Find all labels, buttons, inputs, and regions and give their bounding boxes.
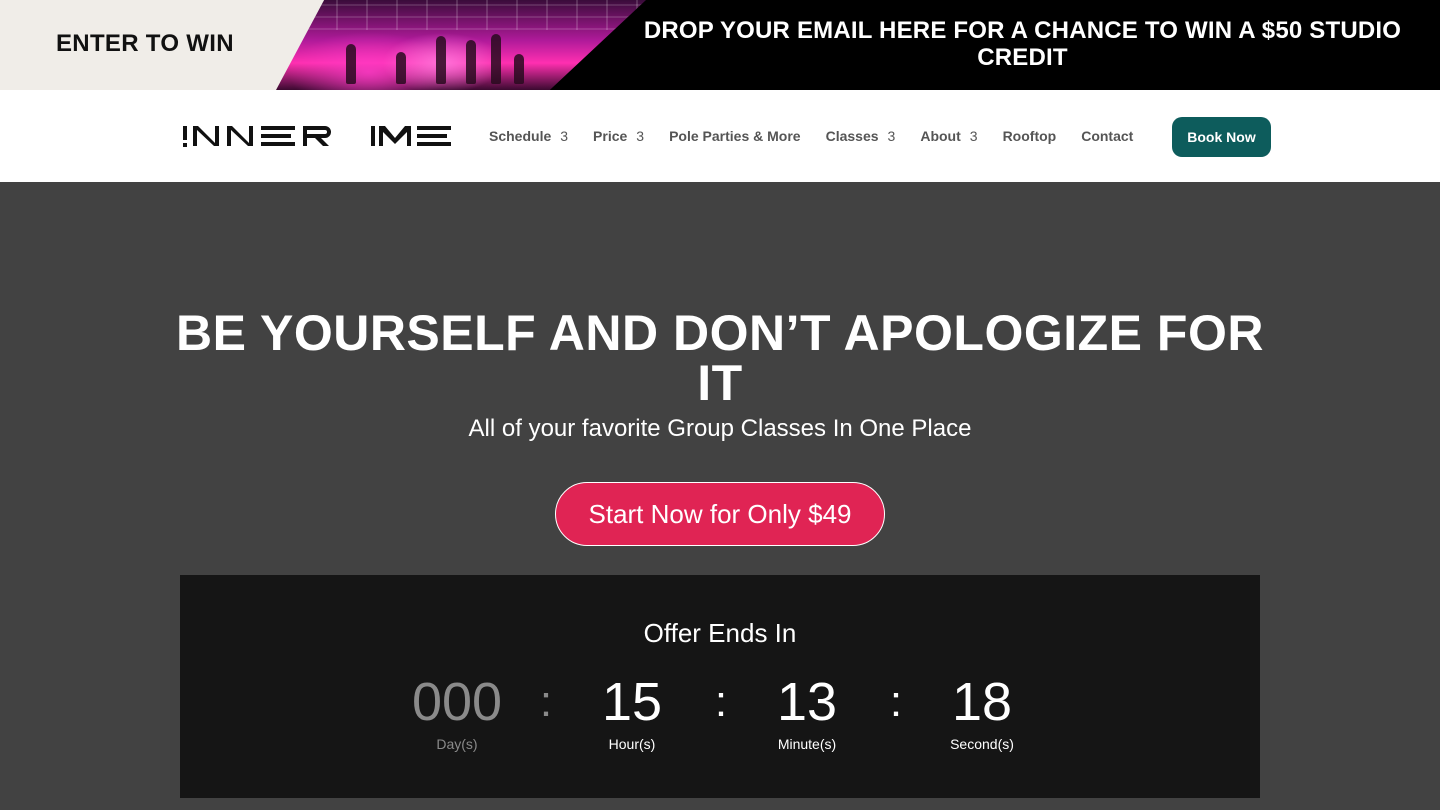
dancer-figure [346,44,356,84]
minutes-label: Minute(s) [777,736,837,752]
nav-label: Schedule [489,128,552,144]
countdown-separator: : [889,677,903,726]
dancer-figure [436,36,446,84]
chevron-down-icon: 3 [636,128,645,144]
hero-title: BE YOURSELF AND DON’T APOLOGIZE FOR IT [176,305,1264,411]
book-now-button[interactable]: Book Now [1172,117,1271,157]
nav-pole-parties[interactable]: Pole Parties & More [669,128,801,144]
promo-email-cta[interactable]: DROP YOUR EMAIL HERE FOR A CHANCE TO WIN… [630,17,1415,71]
countdown-separator: : [714,677,728,726]
nav-schedule[interactable]: Schedule 3 [489,128,568,144]
nav-label: Rooftop [1002,128,1057,144]
start-now-button[interactable]: Start Now for Only $49 [555,482,885,546]
nav-label: Pole Parties & More [669,128,801,144]
dancer-figure [466,40,476,84]
studio-lights [276,0,646,30]
nav-label: Price [593,128,628,144]
hero-subtitle: All of your favorite Group Classes In On… [468,415,972,442]
countdown-seconds: 18 Second(s) [917,670,1047,752]
hours-value: 15 [601,672,663,732]
nav-label: About [920,128,961,144]
nav-label: Classes [825,128,879,144]
seconds-label: Second(s) [950,736,1014,752]
nav-label: Contact [1081,128,1134,144]
inner-me-logo[interactable] [183,124,453,148]
countdown-separator: : [539,677,553,726]
chevron-down-icon: 3 [969,128,978,144]
countdown-hours: 15 Hour(s) [567,670,697,752]
promo-enter-to-win[interactable]: ENTER TO WIN [56,30,234,58]
countdown-title: Offer Ends In [643,618,797,648]
nav-rooftop[interactable]: Rooftop [1003,128,1057,144]
promo-banner[interactable]: ENTER TO WIN DROP YOUR EMAIL HERE FOR A … [0,0,1440,90]
seconds-value: 18 [951,672,1013,732]
site-header: Schedule 3 Price 3 Pole Parties & More C… [0,90,1440,182]
chevron-down-icon: 3 [560,128,569,144]
dancer-figure [396,52,406,84]
nav-contact[interactable]: Contact [1081,128,1133,144]
dancer-figure [491,34,501,84]
dancer-figure [514,54,524,84]
days-label: Day(s) [436,736,478,752]
nav-about[interactable]: About 3 [920,128,977,144]
nav-classes[interactable]: Classes 3 [826,128,896,144]
countdown-days: 000 Day(s) [392,670,522,752]
countdown-minutes: 13 Minute(s) [742,670,872,752]
minutes-value: 13 [776,672,838,732]
hours-label: Hour(s) [608,736,656,752]
promo-dance-photo [276,0,646,90]
nav-price[interactable]: Price 3 [593,128,644,144]
countdown-timer: Offer Ends In 000 Day(s) : 15 Hour(s) : … [180,575,1260,798]
days-value: 000 [411,672,503,732]
chevron-down-icon: 3 [887,128,896,144]
main-nav: Schedule 3 Price 3 Pole Parties & More C… [489,90,1158,182]
